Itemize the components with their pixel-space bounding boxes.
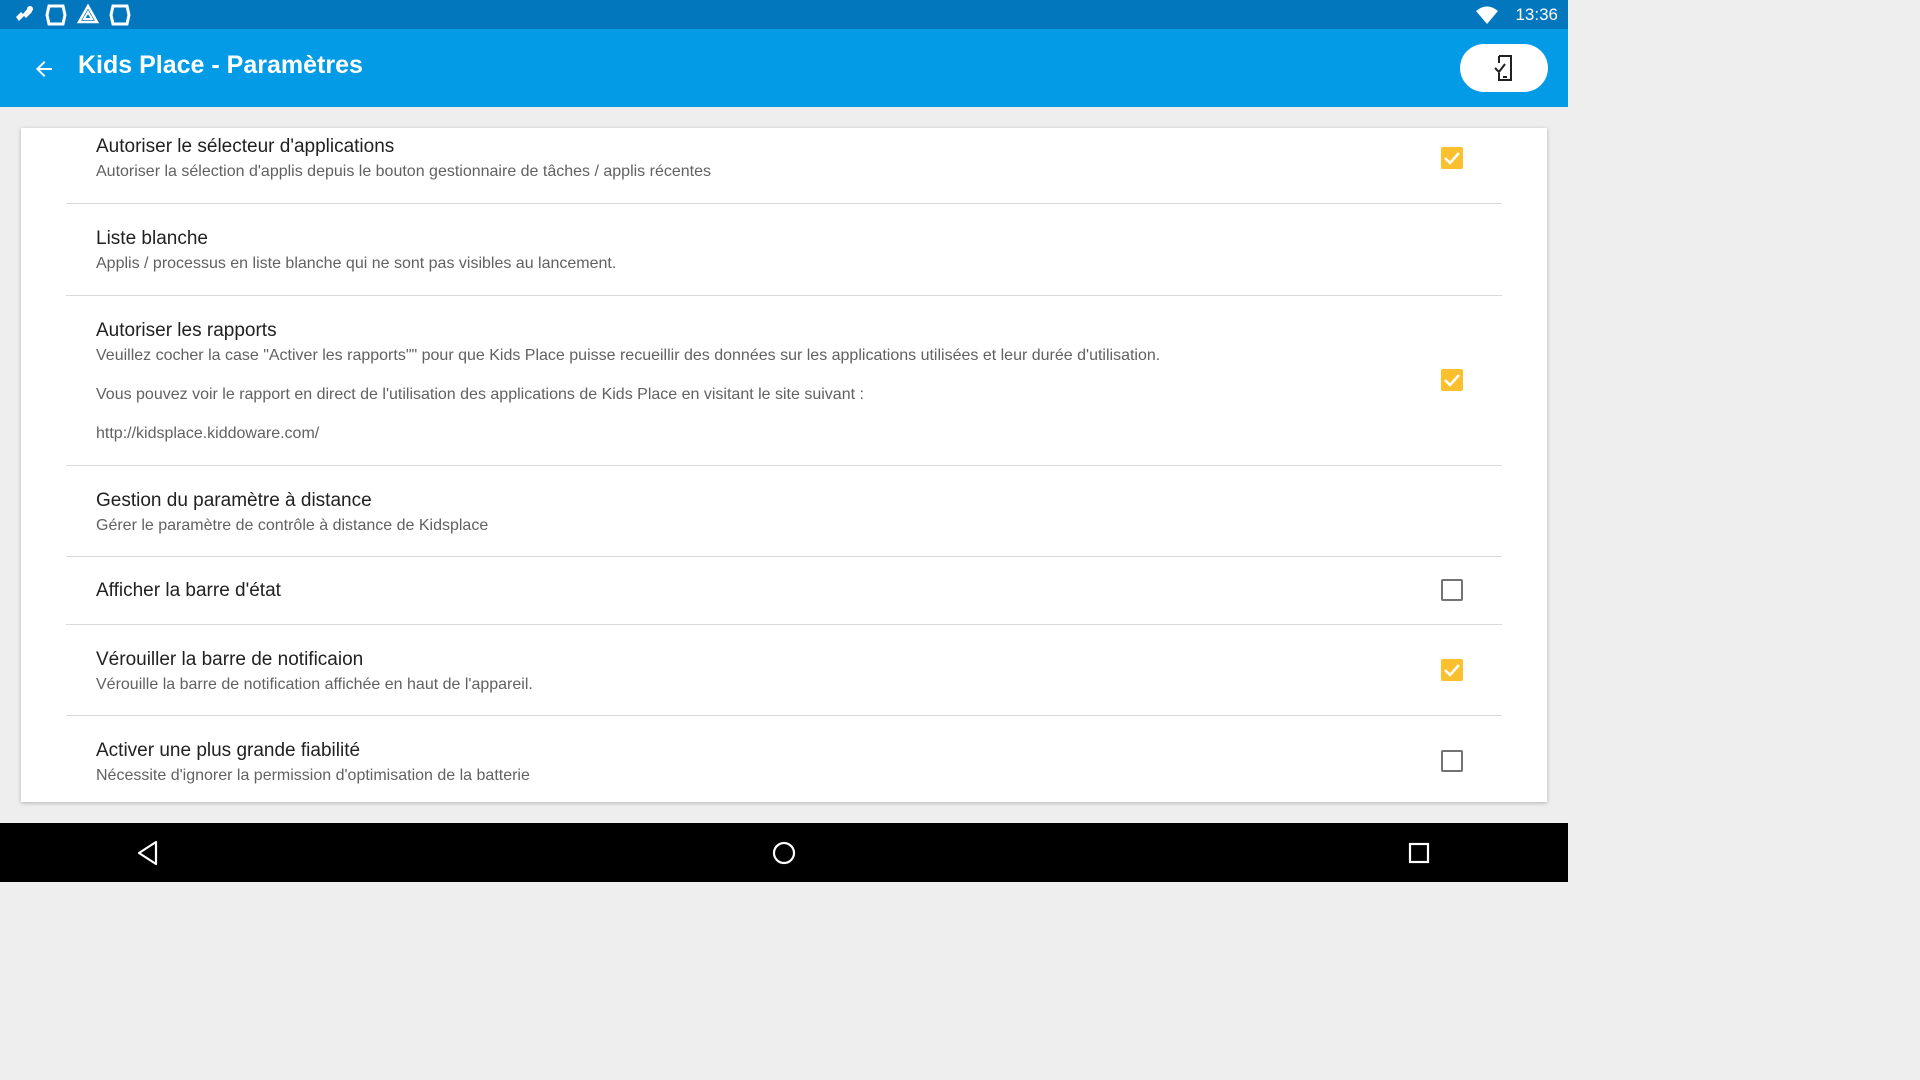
app-selector-checkbox[interactable] <box>1441 147 1463 169</box>
setting-whitelist[interactable]: Liste blanche Applis / processus en list… <box>21 204 1547 296</box>
setting-status-bar[interactable]: Afficher la barre d'état <box>21 557 1547 625</box>
setting-lock-notification-bar[interactable]: Vérouiller la barre de notificaion Vérou… <box>21 625 1547 716</box>
setting-reliability[interactable]: Activer une plus grande fiabilité Nécess… <box>21 716 1547 802</box>
wifi-icon <box>1476 6 1499 24</box>
nav-back-icon <box>137 840 158 866</box>
report-site-link[interactable]: http://kidsplace.kiddoware.com/ <box>96 425 319 443</box>
app-icon <box>109 4 131 26</box>
setting-title: Gestion du paramètre à distance <box>96 490 372 511</box>
status-clock: 13:36 <box>1515 4 1558 24</box>
nav-recents-button[interactable] <box>1399 833 1439 873</box>
check-icon <box>1444 664 1460 677</box>
app-bar: Kids Place - Paramètres <box>0 29 1568 107</box>
reliability-checkbox[interactable] <box>1441 750 1463 772</box>
setting-remote-management[interactable]: Gestion du paramètre à distance Gérer le… <box>21 466 1547 557</box>
app-icon <box>45 4 67 26</box>
exit-kids-place-button[interactable] <box>1460 44 1548 92</box>
setting-title: Autoriser les rapports <box>96 320 277 341</box>
settings-card: Autoriser le sélecteur d'applications Au… <box>21 128 1547 802</box>
status-bar-checkbox[interactable] <box>1441 579 1463 601</box>
setting-title: Vérouiller la barre de notificaion <box>96 649 364 670</box>
check-icon <box>1444 152 1460 165</box>
setting-title: Autoriser le sélecteur d'applications <box>96 136 395 157</box>
setting-summary: Autoriser la sélection d'applis depuis l… <box>96 163 711 180</box>
setting-title: Liste blanche <box>96 228 208 249</box>
check-icon <box>1444 374 1460 387</box>
arrow-back-icon <box>36 61 52 77</box>
setting-reports[interactable]: Autoriser les rapports Veuillez cocher l… <box>21 296 1547 465</box>
status-notification-icons <box>12 3 132 27</box>
setting-app-selector[interactable]: Autoriser le sélecteur d'applications Au… <box>21 128 1547 204</box>
lock-notification-checkbox[interactable] <box>1441 659 1463 681</box>
navigation-bar <box>0 823 1568 882</box>
status-bar: 13:36 <box>0 0 1568 29</box>
setting-summary: Gérer le paramètre de contrôle à distanc… <box>96 517 489 534</box>
app-icon <box>16 6 33 21</box>
drive-icon <box>76 3 100 24</box>
reports-checkbox[interactable] <box>1441 369 1463 391</box>
phone-exit-icon <box>1494 55 1512 81</box>
nav-home-icon <box>772 841 796 865</box>
page-title: Kids Place - Paramètres <box>78 51 363 79</box>
setting-summary: Nécessite d'ignorer la permission d'opti… <box>96 767 530 784</box>
setting-summary-line: Veuillez cocher la case "Activer les rap… <box>96 347 1161 364</box>
nav-back-button[interactable] <box>128 833 168 873</box>
setting-summary-line: Vous pouvez voir le rapport en direct de… <box>96 386 864 403</box>
nav-home-button[interactable] <box>764 833 804 873</box>
setting-summary: Applis / processus en liste blanche qui … <box>96 255 617 272</box>
nav-recents-icon <box>1408 842 1430 864</box>
setting-title: Afficher la barre d'état <box>96 580 281 601</box>
setting-title: Activer une plus grande fiabilité <box>96 740 361 761</box>
setting-summary: Vérouille la barre de notification affic… <box>96 676 533 693</box>
back-button[interactable] <box>22 47 66 91</box>
